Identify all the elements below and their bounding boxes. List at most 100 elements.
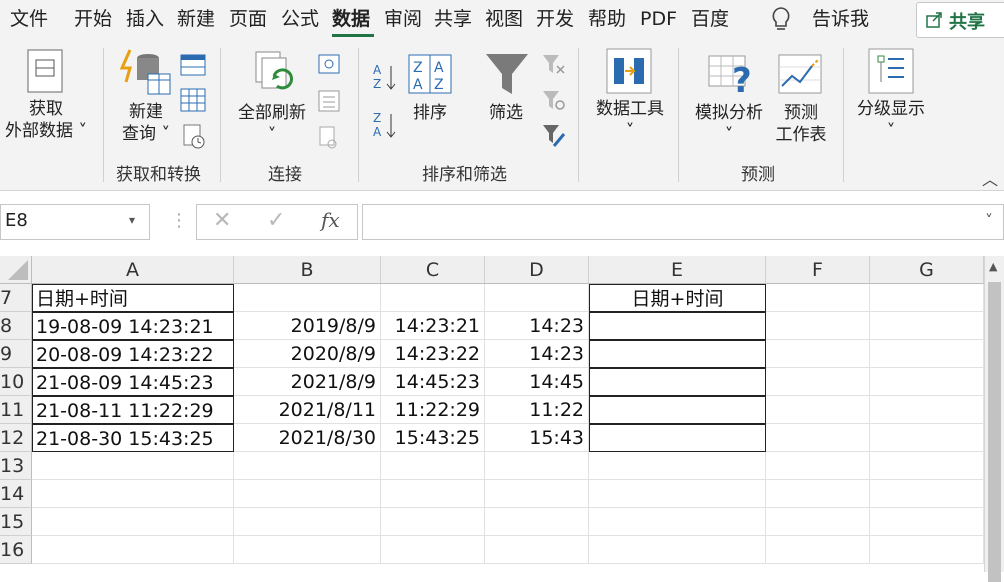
- cell-b8[interactable]: 2019/8/9: [234, 312, 381, 340]
- cell-c11[interactable]: 11:22:29: [381, 396, 485, 424]
- tab-baidu[interactable]: 百度: [691, 4, 737, 34]
- sort-button[interactable]: 排序: [406, 102, 454, 124]
- cell-c9[interactable]: 14:23:22: [381, 340, 485, 368]
- cell-b11[interactable]: 2021/8/11: [234, 396, 381, 424]
- column-header-b[interactable]: B: [234, 256, 381, 284]
- expand-formula-bar-icon[interactable]: ˅: [985, 211, 993, 230]
- cell-c14[interactable]: [381, 480, 485, 508]
- cell-f12[interactable]: [766, 424, 870, 452]
- row-header[interactable]: 9: [0, 340, 32, 368]
- cell-a14[interactable]: [32, 480, 234, 508]
- cell-c10[interactable]: 14:45:23: [381, 368, 485, 396]
- recent-sources-icon[interactable]: [182, 124, 206, 154]
- row-header[interactable]: 16: [0, 536, 32, 564]
- tab-page-layout[interactable]: 页面: [229, 4, 273, 34]
- cell-b13[interactable]: [234, 452, 381, 480]
- cell-b12[interactable]: 2021/8/30: [234, 424, 381, 452]
- cell-g15[interactable]: [870, 508, 984, 536]
- forecast-sheet-button[interactable]: 预测 工作表: [770, 102, 832, 146]
- column-header-f[interactable]: F: [766, 256, 870, 284]
- connections-icon[interactable]: [318, 54, 340, 80]
- tell-me-box[interactable]: 告诉我: [812, 4, 874, 34]
- cell-g16[interactable]: [870, 536, 984, 564]
- row-header[interactable]: 7: [0, 284, 32, 312]
- tab-data[interactable]: 数据: [332, 4, 376, 34]
- tab-home[interactable]: 开始: [74, 4, 116, 34]
- advanced-filter-icon[interactable]: [542, 124, 566, 152]
- cell-e11[interactable]: [589, 396, 766, 424]
- cell-c8[interactable]: 14:23:21: [381, 312, 485, 340]
- cell-c16[interactable]: [381, 536, 485, 564]
- tab-review[interactable]: 审阅: [384, 4, 426, 34]
- cell-d7[interactable]: [485, 284, 589, 312]
- show-queries-icon[interactable]: [180, 54, 206, 80]
- cancel-icon[interactable]: ✕: [213, 208, 231, 233]
- cell-e14[interactable]: [589, 480, 766, 508]
- cell-f15[interactable]: [766, 508, 870, 536]
- properties-icon[interactable]: [318, 90, 340, 116]
- cell-e15[interactable]: [589, 508, 766, 536]
- what-if-analysis-button[interactable]: 模拟分析 ˅: [690, 102, 768, 146]
- cell-e12[interactable]: [589, 424, 766, 452]
- cell-f8[interactable]: [766, 312, 870, 340]
- cell-e13[interactable]: [589, 452, 766, 480]
- row-header[interactable]: 13: [0, 452, 32, 480]
- reapply-filter-icon[interactable]: [542, 90, 566, 116]
- name-box-dropdown-icon[interactable]: ▾: [129, 213, 135, 227]
- row-header[interactable]: 14: [0, 480, 32, 508]
- filter-button[interactable]: 筛选: [482, 102, 530, 124]
- collapse-ribbon-icon[interactable]: ︿: [982, 166, 998, 190]
- cell-d13[interactable]: [485, 452, 589, 480]
- refresh-all-button[interactable]: 全部刷新 ˅: [234, 102, 310, 146]
- cell-c7[interactable]: [381, 284, 485, 312]
- cell-g12[interactable]: [870, 424, 984, 452]
- cell-f9[interactable]: [766, 340, 870, 368]
- cell-d14[interactable]: [485, 480, 589, 508]
- select-all-corner[interactable]: [0, 256, 32, 284]
- vertical-scrollbar[interactable]: ▲: [984, 256, 1004, 582]
- cell-a15[interactable]: [32, 508, 234, 536]
- row-header[interactable]: 8: [0, 312, 32, 340]
- row-header[interactable]: 10: [0, 368, 32, 396]
- new-query-button[interactable]: 新建 查询 ˅: [113, 101, 179, 145]
- data-tools-button[interactable]: 数据工具 ˅: [590, 98, 670, 142]
- cell-e8[interactable]: [589, 312, 766, 340]
- row-header[interactable]: 12: [0, 424, 32, 452]
- cell-d11[interactable]: 11:22: [485, 396, 589, 424]
- cell-g14[interactable]: [870, 480, 984, 508]
- cell-a12[interactable]: 21-08-30 15:43:25: [32, 424, 234, 452]
- from-table-icon[interactable]: [180, 88, 206, 116]
- cell-b7[interactable]: [234, 284, 381, 312]
- row-header[interactable]: 11: [0, 396, 32, 424]
- column-header-g[interactable]: G: [870, 256, 984, 284]
- cell-d9[interactable]: 14:23: [485, 340, 589, 368]
- cell-d16[interactable]: [485, 536, 589, 564]
- cell-e10[interactable]: [589, 368, 766, 396]
- cell-e16[interactable]: [589, 536, 766, 564]
- column-header-e[interactable]: E: [589, 256, 766, 284]
- name-box[interactable]: E8 ▾: [0, 204, 150, 240]
- tab-share[interactable]: 共享: [434, 4, 476, 34]
- cell-g7[interactable]: [870, 284, 984, 312]
- cell-f14[interactable]: [766, 480, 870, 508]
- cell-f13[interactable]: [766, 452, 870, 480]
- column-header-a[interactable]: A: [32, 256, 234, 284]
- cell-g11[interactable]: [870, 396, 984, 424]
- sort-descending-icon[interactable]: ZA: [372, 110, 396, 144]
- cell-a9[interactable]: 20-08-09 14:23:22: [32, 340, 234, 368]
- cell-d12[interactable]: 15:43: [485, 424, 589, 452]
- share-button[interactable]: 共享: [916, 2, 1004, 38]
- tab-file[interactable]: 文件: [10, 4, 52, 34]
- cell-a8[interactable]: 19-08-09 14:23:21: [32, 312, 234, 340]
- tab-help[interactable]: 帮助: [588, 4, 630, 34]
- cell-d8[interactable]: 14:23: [485, 312, 589, 340]
- column-header-d[interactable]: D: [485, 256, 589, 284]
- tab-new[interactable]: 新建: [177, 4, 221, 34]
- cell-b10[interactable]: 2021/8/9: [234, 368, 381, 396]
- cell-a11[interactable]: 21-08-11 11:22:29: [32, 396, 234, 424]
- sort-ascending-icon[interactable]: AZ: [372, 62, 396, 96]
- cell-a13[interactable]: [32, 452, 234, 480]
- cell-g10[interactable]: [870, 368, 984, 396]
- cell-b15[interactable]: [234, 508, 381, 536]
- column-header-c[interactable]: C: [381, 256, 485, 284]
